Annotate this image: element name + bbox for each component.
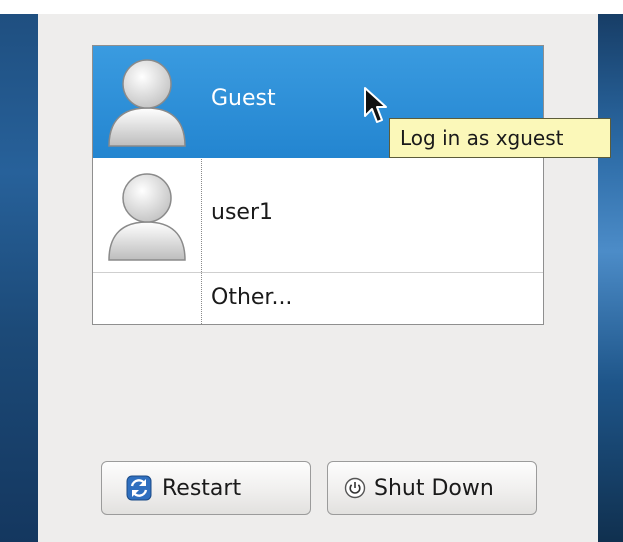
restart-button-label: Restart xyxy=(162,475,242,501)
user-name-label: user1 xyxy=(211,200,273,225)
shutdown-button[interactable]: Shut Down xyxy=(327,461,537,515)
restart-icon xyxy=(126,475,152,501)
user-avatar-icon xyxy=(108,59,186,147)
restart-button[interactable]: Restart xyxy=(101,461,311,515)
user-avatar-icon xyxy=(108,173,186,261)
user-row-user1[interactable]: user1 xyxy=(93,158,543,273)
power-icon xyxy=(344,477,366,499)
desktop-background-right xyxy=(598,14,623,542)
screen: Guest user1 Other... Log in as xguest Re… xyxy=(0,0,623,542)
user-list: Guest user1 Other... xyxy=(92,45,544,325)
shutdown-button-label: Shut Down xyxy=(374,475,494,501)
user-name-label: Guest xyxy=(211,86,276,111)
user-row-other[interactable]: Other... xyxy=(93,273,543,324)
mouse-pointer-icon xyxy=(364,87,387,123)
tooltip: Log in as xguest xyxy=(389,118,611,158)
desktop-background-left xyxy=(0,14,38,542)
user-name-label: Other... xyxy=(211,285,293,310)
